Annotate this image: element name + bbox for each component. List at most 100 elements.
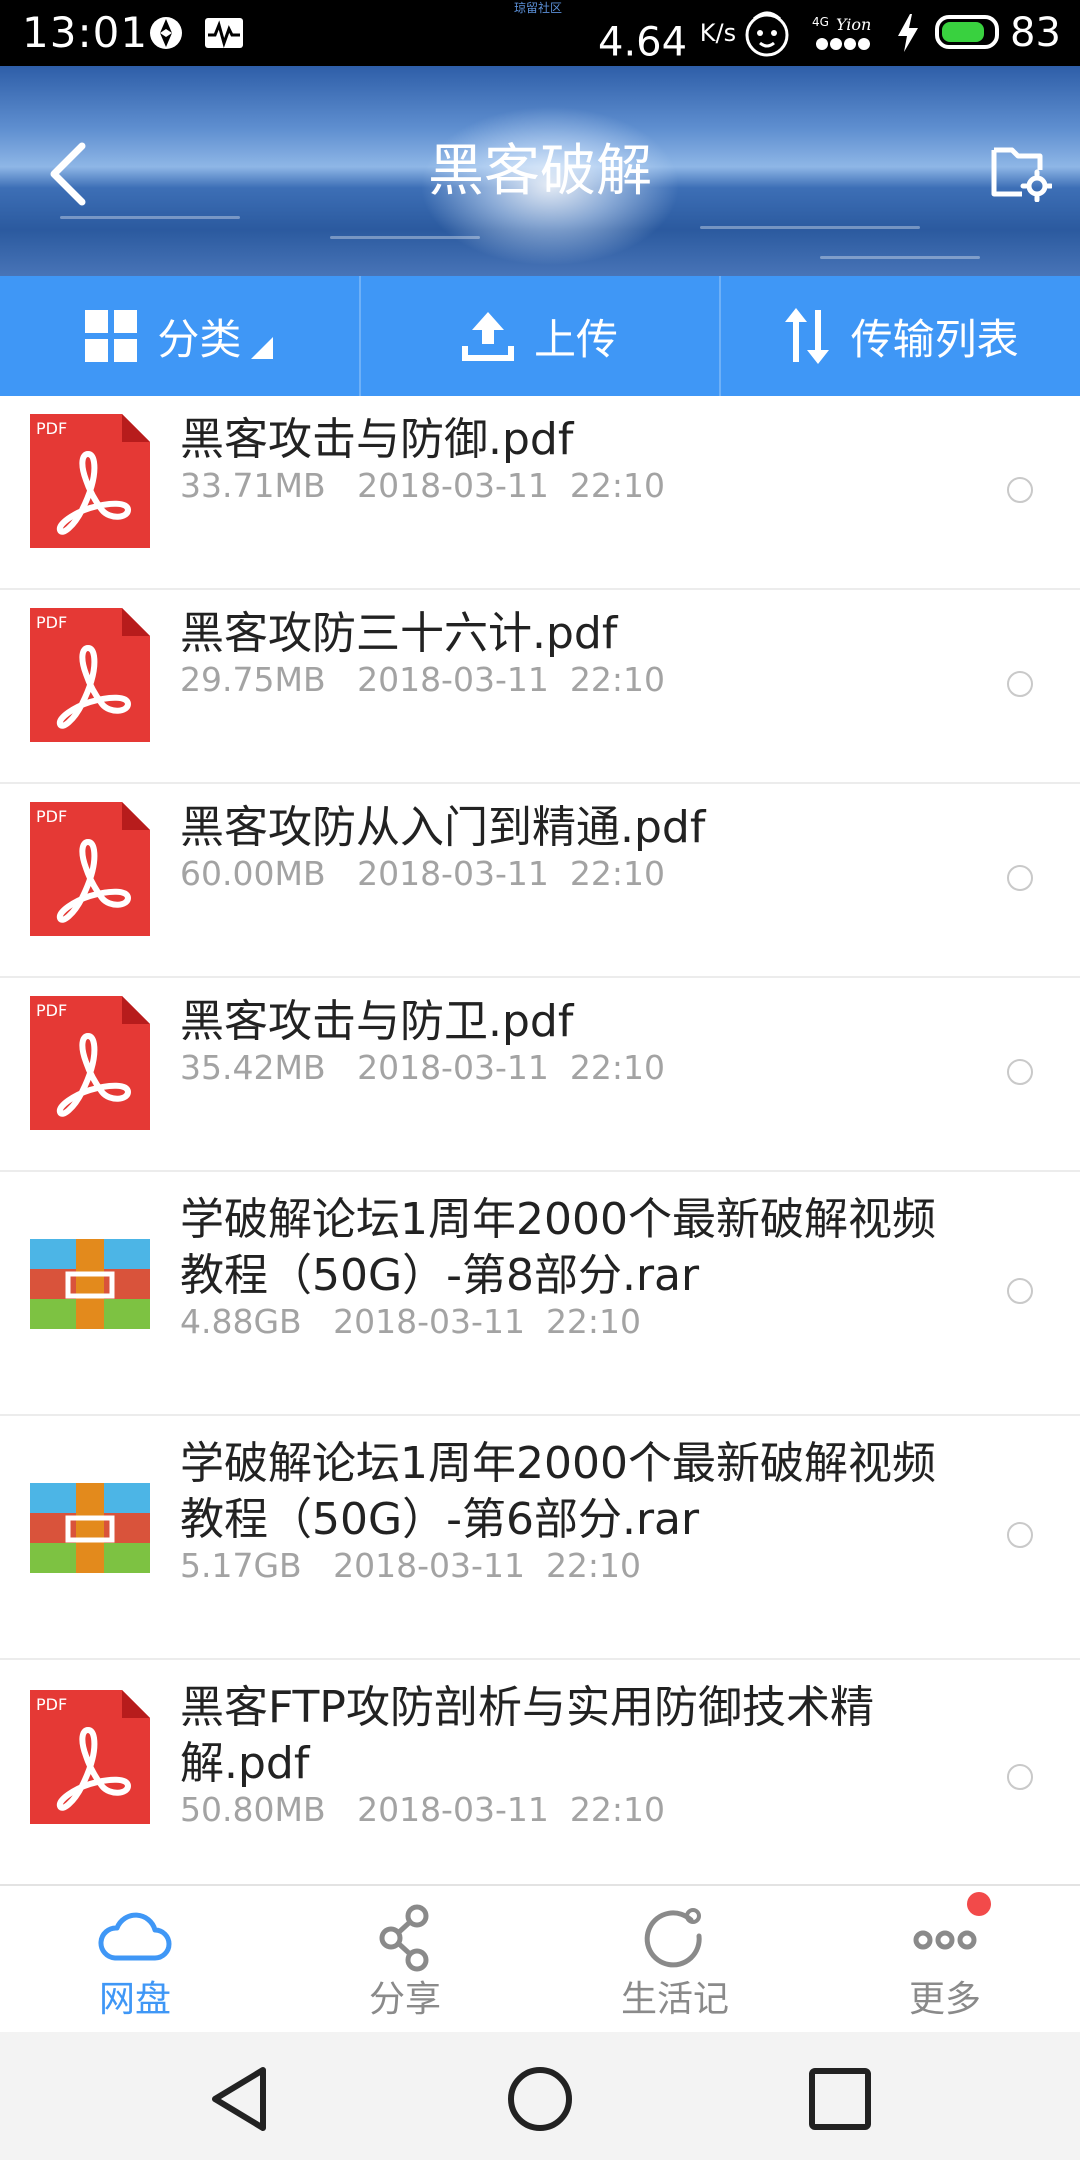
file-name: 黑客FTP攻防剖析与实用防御技术精解.pdf bbox=[180, 1682, 874, 1789]
file-row[interactable]: PDF 黑客攻击与防御.pdf 33.71MB 2018-03-11 22:10 bbox=[0, 396, 1080, 590]
pdf-file-icon: PDF bbox=[30, 1690, 150, 1824]
file-row[interactable]: 学破解论坛1周年2000个最新破解视频教程（50G）-第8部分.rar 4.88… bbox=[0, 1172, 1080, 1416]
nav-item-moments[interactable]: 生活记 bbox=[540, 1886, 810, 2032]
file-name: 黑客攻击与防御.pdf bbox=[180, 414, 574, 465]
file-select-radio[interactable] bbox=[1007, 865, 1033, 891]
file-select-radio[interactable] bbox=[1007, 1522, 1033, 1548]
pdf-badge-text: PDF bbox=[36, 419, 67, 438]
file-select-radio[interactable] bbox=[1007, 477, 1033, 503]
pdf-badge-text: PDF bbox=[36, 807, 67, 826]
file-time: 22:10 bbox=[569, 854, 665, 893]
file-time: 22:10 bbox=[545, 1302, 642, 1341]
file-date: 2018-03-11 bbox=[357, 466, 549, 505]
file-date: 2018-03-11 bbox=[333, 1302, 525, 1341]
signal-icon: 4G Yion bbox=[812, 15, 871, 50]
system-recents-icon[interactable] bbox=[805, 2064, 875, 2134]
file-row[interactable]: 学破解论坛1周年2000个最新破解视频教程（50G）-第6部分.rar 5.17… bbox=[0, 1416, 1080, 1660]
network-speed-value: 4.64 bbox=[598, 19, 688, 66]
file-row[interactable]: PDF 黑客FTP攻防剖析与实用防御技术精解.pdf 50.80MB 2018-… bbox=[0, 1660, 1080, 1884]
page-title: 黑客破解 bbox=[428, 139, 652, 204]
system-navigation-bar bbox=[0, 2032, 1080, 2160]
charging-icon bbox=[898, 14, 918, 52]
folder-settings-icon[interactable] bbox=[990, 140, 1052, 202]
file-name: 黑客攻击与防卫.pdf bbox=[180, 996, 574, 1047]
bottom-nav: 网盘 分享 生活记 更多 bbox=[0, 1884, 1080, 2032]
header-background-wave bbox=[700, 226, 920, 229]
file-row[interactable]: PDF 黑客攻防从入门到精通.pdf 60.00MB 2018-03-11 22… bbox=[0, 784, 1080, 978]
file-size: 35.42MB bbox=[180, 1048, 326, 1087]
upload-button[interactable]: 上传 bbox=[358, 276, 720, 396]
rar-archive-icon bbox=[30, 1239, 150, 1329]
dropdown-triangle-icon bbox=[251, 337, 274, 359]
file-select-radio[interactable] bbox=[1007, 1278, 1033, 1304]
pdf-badge-text: PDF bbox=[36, 1695, 67, 1714]
pdf-file-icon: PDF bbox=[30, 802, 150, 936]
category-button[interactable]: 分类 bbox=[0, 276, 359, 396]
grid-icon bbox=[85, 310, 138, 362]
category-label: 分类 bbox=[157, 314, 242, 364]
file-time: 22:10 bbox=[545, 1546, 642, 1585]
header: 黑客破解 bbox=[0, 66, 1080, 276]
file-size: 29.75MB bbox=[180, 660, 326, 699]
pdf-badge-text: PDF bbox=[36, 1001, 67, 1020]
file-select-radio[interactable] bbox=[1007, 671, 1033, 697]
cartoon-sticker-icon bbox=[745, 11, 789, 57]
status-top-note: 琼留社区 bbox=[514, 1, 563, 15]
file-size: 60.00MB bbox=[180, 854, 326, 893]
nav-label-share: 分享 bbox=[368, 1979, 441, 2020]
file-row[interactable]: PDF 黑客攻防三十六计.pdf 29.75MB 2018-03-11 22:1… bbox=[0, 590, 1080, 784]
action-bar: 分类 上传 传输列表 bbox=[0, 276, 1080, 396]
notification-badge bbox=[967, 1892, 991, 1916]
moment-icon bbox=[644, 1908, 702, 1968]
file-time: 22:10 bbox=[569, 1790, 665, 1829]
file-list: PDF 黑客攻击与防御.pdf 33.71MB 2018-03-11 22:10… bbox=[0, 396, 1080, 1884]
file-size: 33.71MB bbox=[180, 466, 326, 505]
system-back-icon[interactable] bbox=[205, 2064, 275, 2134]
file-time: 22:10 bbox=[569, 1048, 665, 1087]
nav-label-more: 更多 bbox=[908, 1979, 981, 2020]
pdf-file-icon: PDF bbox=[30, 414, 150, 548]
file-meta: 60.00MB 2018-03-11 22:10 bbox=[180, 854, 665, 894]
file-select-radio[interactable] bbox=[1007, 1764, 1033, 1790]
file-meta: 29.75MB 2018-03-11 22:10 bbox=[180, 660, 665, 700]
file-time: 22:10 bbox=[569, 466, 665, 505]
file-size: 5.17GB bbox=[180, 1546, 302, 1585]
battery-level-fill bbox=[942, 22, 984, 42]
file-meta: 35.42MB 2018-03-11 22:10 bbox=[180, 1048, 665, 1088]
transfer-arrows-icon bbox=[784, 308, 829, 364]
battery-icon bbox=[935, 15, 999, 49]
nav-label-netdisk: 网盘 bbox=[98, 1979, 171, 2020]
share-icon bbox=[379, 1904, 429, 1972]
file-meta: 4.88GB 2018-03-11 22:10 bbox=[180, 1302, 641, 1342]
file-name: 黑客攻防从入门到精通.pdf bbox=[180, 802, 706, 853]
activity-icon bbox=[205, 18, 243, 48]
file-name: 黑客攻防三十六计.pdf bbox=[180, 608, 618, 659]
battery-percent: 83 bbox=[1010, 10, 1061, 56]
system-home-icon[interactable] bbox=[505, 2064, 575, 2134]
network-speed: 4.64 K/s bbox=[598, 6, 736, 69]
file-meta: 33.71MB 2018-03-11 22:10 bbox=[180, 466, 665, 506]
pdf-file-icon: PDF bbox=[30, 608, 150, 742]
transfer-list-label: 传输列表 bbox=[850, 314, 1019, 364]
nav-item-more[interactable]: 更多 bbox=[810, 1886, 1080, 2032]
file-select-radio[interactable] bbox=[1007, 1059, 1033, 1085]
nav-item-netdisk[interactable]: 网盘 bbox=[0, 1886, 270, 2032]
file-date: 2018-03-11 bbox=[357, 1790, 549, 1829]
file-row[interactable]: PDF 黑客攻击与防卫.pdf 35.42MB 2018-03-11 22:10 bbox=[0, 978, 1080, 1172]
vpn-icon bbox=[150, 17, 182, 49]
transfer-list-button[interactable]: 传输列表 bbox=[719, 276, 1080, 396]
nav-label-moments: 生活记 bbox=[620, 1979, 729, 2020]
nav-item-share[interactable]: 分享 bbox=[270, 1886, 540, 2032]
cloud-icon bbox=[98, 1912, 172, 1961]
upload-icon bbox=[462, 312, 514, 361]
network-speed-unit: K/s bbox=[699, 19, 737, 47]
pdf-file-icon: PDF bbox=[30, 996, 150, 1130]
status-time: 13:01 bbox=[22, 8, 149, 57]
header-background-wave bbox=[820, 256, 980, 259]
file-meta: 50.80MB 2018-03-11 22:10 bbox=[180, 1790, 665, 1830]
network-type: 4G bbox=[812, 15, 829, 29]
status-bar: 13:01 琼留社区 4.64 K/s 4G Yion 83 bbox=[0, 0, 1080, 66]
file-date: 2018-03-11 bbox=[333, 1546, 525, 1585]
svg-text:Yion: Yion bbox=[836, 15, 871, 34]
upload-label: 上传 bbox=[534, 314, 619, 364]
